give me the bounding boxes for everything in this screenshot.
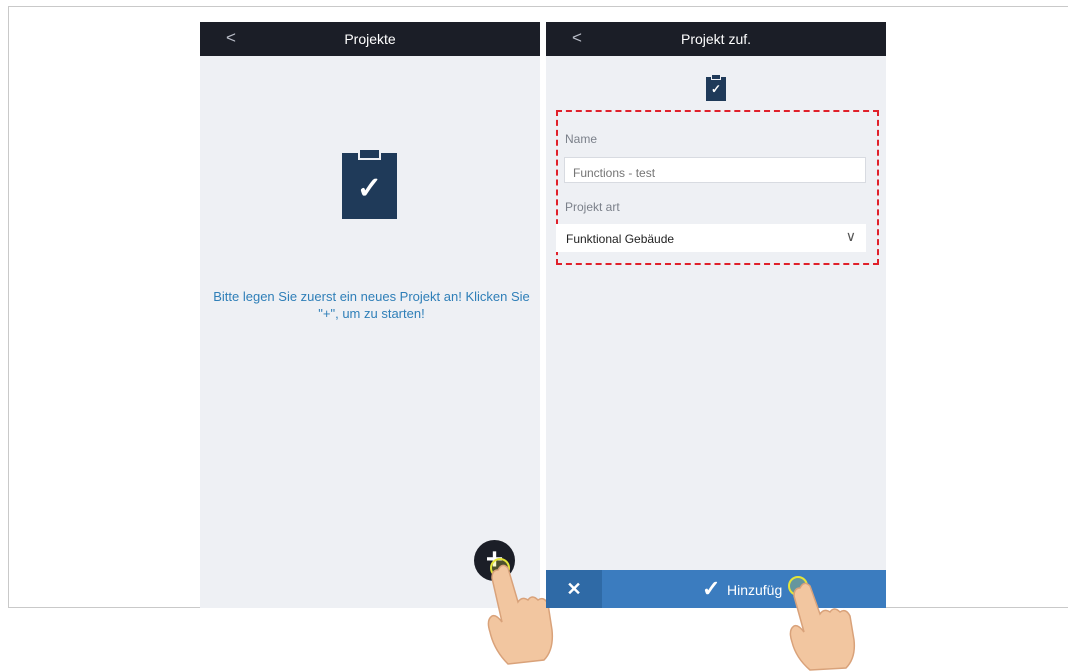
project-type-select[interactable]: Funktional Gebäude ∨: [556, 224, 866, 252]
cancel-button[interactable]: ✕: [546, 570, 602, 608]
empty-state-message: Bitte legen Sie zuerst ein neues Projekt…: [200, 288, 540, 322]
nav-bar: < Projekte: [200, 22, 540, 56]
check-mark: ✓: [710, 82, 722, 96]
clipboard-check-icon: ✓: [342, 148, 397, 219]
pointing-hand-icon: [789, 582, 856, 671]
projects-screen: < Projekte ✓ Bitte legen Sie zuerst ein …: [200, 22, 540, 608]
page-title: Projekte: [344, 31, 396, 47]
check-mark: ✓: [356, 172, 383, 205]
name-input[interactable]: [564, 157, 866, 183]
chevron-down-icon: ∨: [845, 228, 856, 244]
add-button-label: Hinzufüg: [727, 582, 783, 598]
project-type-value: Funktional Gebäude: [566, 232, 675, 246]
message-line-1: Bitte legen Sie zuerst ein neues Projekt…: [213, 289, 530, 304]
checkmark-icon: ✓: [702, 576, 721, 601]
project-type-label: Projekt art: [565, 200, 620, 214]
name-label: Name: [565, 132, 598, 146]
clipboard-check-icon: ✓: [706, 74, 726, 101]
message-line-2: "+", um zu starten!: [318, 306, 425, 321]
nav-bar: < Projekt zuf.: [546, 22, 886, 56]
page-title: Projekt zuf.: [680, 31, 752, 47]
add-project-screen: < Projekt zuf. ✓ Name Projekt art Funkti…: [546, 22, 886, 608]
